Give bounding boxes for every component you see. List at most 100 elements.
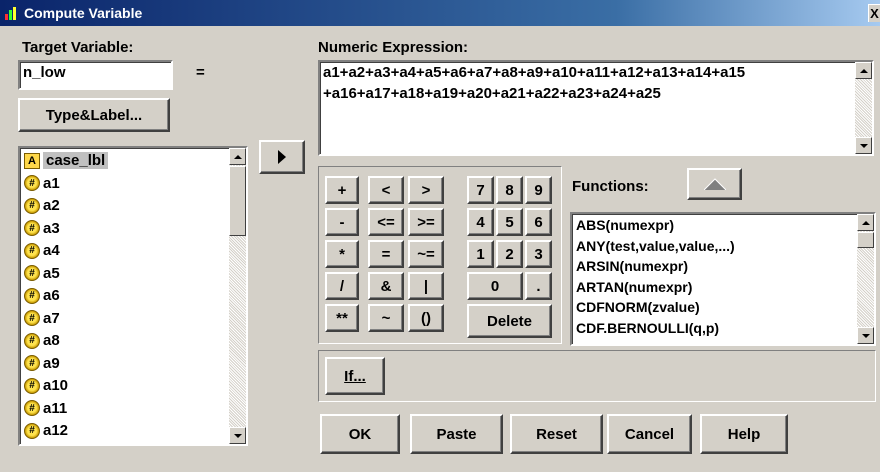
key-not-button[interactable]: ~ — [368, 304, 404, 332]
key-less-equal-button[interactable]: <= — [368, 208, 404, 236]
variable-list-item[interactable]: # a8 — [24, 330, 60, 351]
numeric-expression-label: Numeric Expression: — [318, 39, 468, 56]
if-button[interactable]: If... — [325, 357, 385, 395]
key-2-button[interactable]: 2 — [496, 240, 523, 268]
key-0-button[interactable]: 0 — [467, 272, 523, 300]
variable-list-item[interactable]: # a12 — [24, 420, 68, 441]
variable-name: a1 — [43, 174, 60, 192]
key-minus-button[interactable]: - — [325, 208, 359, 236]
key-parentheses-button[interactable]: () — [408, 304, 444, 332]
key-4-button[interactable]: 4 — [467, 208, 494, 236]
function-list-item[interactable]: ANY(test,value,value,...) — [576, 238, 735, 254]
key-less-than-button-text: < — [381, 181, 391, 199]
variable-name: a8 — [43, 332, 60, 349]
paste-button[interactable]: Paste — [410, 414, 503, 454]
key-5-button[interactable]: 5 — [496, 208, 523, 236]
key-equals-button-text: = — [381, 245, 391, 263]
if-button-text: If... — [344, 367, 366, 385]
key-5-button-text: 5 — [505, 213, 514, 231]
key-power-button[interactable]: ** — [325, 304, 359, 332]
function-list-item[interactable]: ABS(numexpr) — [576, 217, 674, 233]
key-3-button-text: 3 — [534, 245, 543, 263]
key-1-button[interactable]: 1 — [467, 240, 494, 268]
cancel-button-text: Cancel — [624, 425, 675, 443]
scroll-down-button[interactable] — [229, 427, 246, 444]
numeric-variable-icon: # — [24, 220, 40, 236]
numeric-expression-textarea[interactable]: a1+a2+a3+a4+a5+a6+a7+a8+a9+a10+a11+a12+a… — [318, 60, 874, 156]
key-greater-equal-button-text: >= — [417, 213, 435, 231]
reset-button[interactable]: Reset — [510, 414, 603, 454]
numeric-variable-icon: # — [24, 355, 40, 371]
delete-button-text: Delete — [486, 312, 533, 330]
key-and-button[interactable]: & — [368, 272, 404, 300]
key-greater-equal-button[interactable]: >= — [408, 208, 444, 236]
function-list-item[interactable]: ARSIN(numexpr) — [576, 258, 688, 274]
func-scroll-down-button[interactable] — [857, 327, 874, 344]
key-minus-button-text: - — [339, 213, 345, 231]
key-divide-button[interactable]: / — [325, 272, 359, 300]
ok-button[interactable]: OK — [320, 414, 400, 454]
variable-list-item[interactable]: # a9 — [24, 353, 60, 374]
function-list-item[interactable]: CDFNORM(zvalue) — [576, 299, 700, 315]
help-button[interactable]: Help — [700, 414, 788, 454]
key-power-button-text: ** — [336, 309, 348, 327]
variable-list-item[interactable]: # a7 — [24, 308, 60, 329]
variable-list[interactable]: Acase_lbl # a1 # a2 # a3 # a4 # a5 # a6 # a7 # a8 # a9 # a10… — [18, 146, 248, 446]
chevron-up-icon — [233, 154, 242, 159]
variable-list-item[interactable]: # a2 — [24, 195, 60, 216]
key-0-button-text: 0 — [490, 277, 500, 295]
key-or-button-text: | — [423, 277, 429, 295]
target-variable-label-text: Target Variable: — [22, 39, 134, 56]
cancel-button[interactable]: Cancel — [607, 414, 692, 454]
key-greater-than-button[interactable]: > — [408, 176, 444, 204]
expr-scroll-up-button[interactable] — [855, 62, 872, 79]
functions-up-button[interactable] — [687, 168, 742, 200]
key-6-button[interactable]: 6 — [525, 208, 552, 236]
variable-list-item[interactable]: # a4 — [24, 240, 60, 261]
functions-label: Functions: — [572, 178, 649, 195]
right-arrow-icon — [278, 150, 286, 164]
variable-list-item[interactable]: # a11 — [24, 398, 67, 419]
variable-list-item[interactable]: # a5 — [24, 263, 60, 284]
key-9-button[interactable]: 9 — [525, 176, 552, 204]
variable-name: a11 — [43, 399, 68, 417]
target-variable-input[interactable]: n_low — [18, 60, 173, 90]
type-label-button-text: Type&Label... — [45, 106, 143, 124]
up-arrow-icon — [703, 178, 726, 190]
functions-list[interactable]: ABS(numexpr) ANY(test,value,value,...) ARS… — [570, 212, 876, 346]
expression-scrollbar[interactable] — [855, 62, 872, 154]
key-plus-button[interactable]: + — [325, 176, 359, 204]
func-scroll-thumb[interactable] — [857, 232, 874, 248]
variable-list-item[interactable]: # a1 — [24, 173, 60, 194]
variable-list-item[interactable]: # a3 — [24, 218, 60, 239]
scroll-up-button[interactable] — [229, 148, 246, 165]
variable-list-item[interactable]: # a10 — [24, 375, 68, 396]
variable-list-item[interactable]: # a6 — [24, 285, 60, 306]
functions-scrollbar[interactable] — [857, 214, 874, 344]
key-7-button[interactable]: 7 — [467, 176, 494, 204]
key-8-button[interactable]: 8 — [496, 176, 523, 204]
func-scroll-up-button[interactable] — [857, 214, 874, 231]
key-dot-button[interactable]: . — [525, 272, 552, 300]
key-equals-button[interactable]: = — [368, 240, 404, 268]
key-divide-button-text: / — [339, 277, 345, 295]
key-less-than-button[interactable]: < — [368, 176, 404, 204]
variable-name: a5 — [43, 264, 60, 282]
delete-button[interactable]: Delete — [467, 304, 552, 338]
key-multiply-button[interactable]: * — [325, 240, 359, 268]
key-less-equal-button-text: <= — [377, 213, 395, 231]
function-list-item[interactable]: ARTAN(numexpr) — [576, 279, 692, 295]
type-label-button[interactable]: Type&Label... — [18, 98, 170, 132]
move-variable-button[interactable] — [259, 140, 305, 174]
key-not-equal-button[interactable]: ~= — [408, 240, 444, 268]
function-list-item[interactable]: CDF.BERNOULLI(q,p) — [576, 320, 719, 336]
close-button[interactable]: X — [868, 4, 880, 22]
help-button-text: Help — [727, 425, 761, 443]
variable-list-item[interactable]: Acase_lbl — [24, 150, 109, 171]
expr-scroll-down-button[interactable] — [855, 137, 872, 154]
variable-list-scrollbar[interactable] — [229, 148, 246, 444]
scroll-thumb[interactable] — [229, 166, 246, 236]
key-or-button[interactable]: | — [408, 272, 444, 300]
key-3-button[interactable]: 3 — [525, 240, 552, 268]
numeric-variable-icon: # — [24, 310, 40, 326]
